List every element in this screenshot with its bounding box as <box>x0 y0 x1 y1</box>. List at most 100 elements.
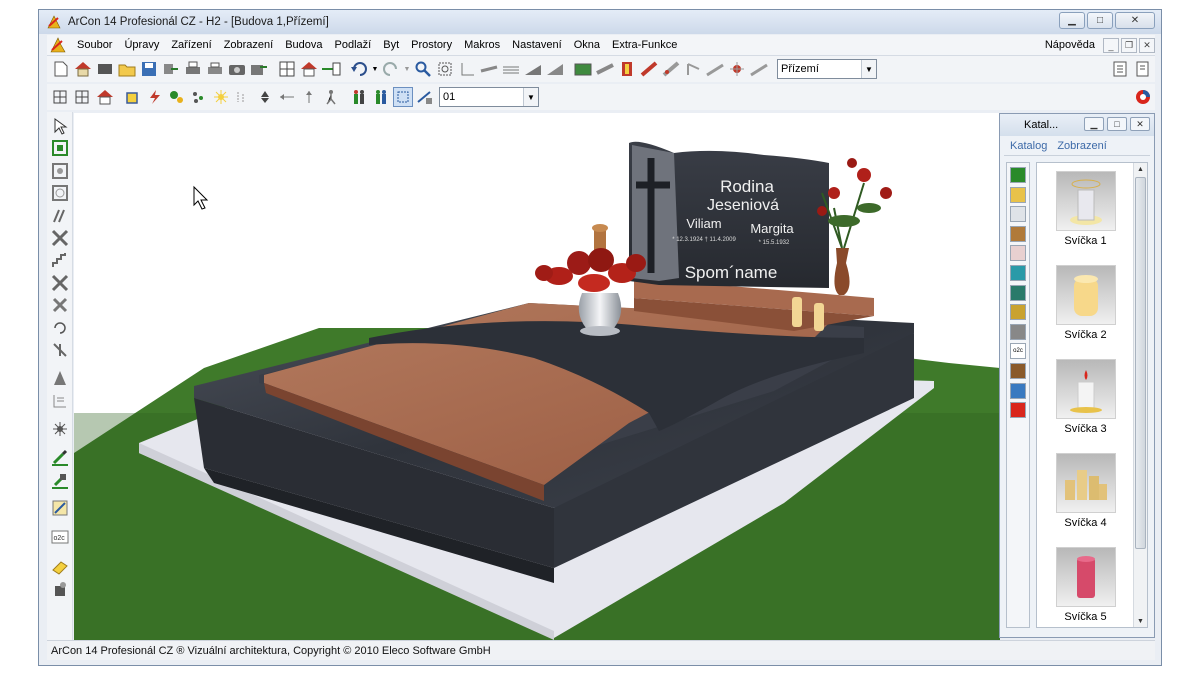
category-texture-icon[interactable] <box>1010 264 1026 281</box>
arrows-horizontal-icon[interactable] <box>277 87 297 107</box>
menu-makros[interactable]: Makros <box>458 35 506 56</box>
arrows-vertical-icon[interactable] <box>299 87 319 107</box>
zoom-icon[interactable] <box>413 59 433 79</box>
light-icon[interactable] <box>727 59 747 79</box>
mdi-minimize-button[interactable]: _ <box>1103 38 1119 53</box>
catalog-scrollbar[interactable]: ▲ ▼ <box>1133 163 1147 627</box>
floor-select[interactable]: Přízemí ▼ <box>777 59 877 79</box>
print-icon[interactable] <box>183 59 203 79</box>
category-o2c-icon[interactable]: o2c <box>1010 343 1026 360</box>
category-wood-icon[interactable] <box>1010 362 1026 379</box>
house-icon[interactable] <box>73 59 93 79</box>
arrow-up-down-icon[interactable] <box>255 87 275 107</box>
save-icon[interactable] <box>139 59 159 79</box>
zoom-extents-icon[interactable] <box>435 59 455 79</box>
window-tool-icon[interactable] <box>639 59 659 79</box>
grid-plan-alt-icon[interactable] <box>73 87 93 107</box>
cross-wall-icon[interactable] <box>50 228 70 248</box>
category-objects-icon[interactable] <box>1010 167 1026 183</box>
3d-viewport[interactable]: Rodina Jeseniová Viliam Margita * 12.3.1… <box>74 113 1000 640</box>
hatch-icon[interactable] <box>479 59 499 79</box>
select-box-icon[interactable] <box>393 87 413 107</box>
split-icon[interactable] <box>50 340 70 360</box>
roof-icon[interactable] <box>523 59 543 79</box>
minimize-button[interactable]: ▁ <box>1059 12 1085 29</box>
railing-icon[interactable] <box>595 59 615 79</box>
cube-icon[interactable] <box>123 87 143 107</box>
undo-icon[interactable] <box>349 59 369 79</box>
object-icon[interactable] <box>661 59 681 79</box>
menu-podlazi[interactable]: Podlaží <box>329 35 378 56</box>
bucket-icon[interactable] <box>50 579 70 599</box>
open-folder-icon[interactable] <box>117 59 137 79</box>
stairs-icon[interactable] <box>501 59 521 79</box>
close-button[interactable]: ✕ <box>1115 12 1155 29</box>
room-detect-icon[interactable] <box>50 183 70 203</box>
design-mode-icon[interactable] <box>299 59 319 79</box>
text-tool-icon[interactable] <box>50 391 70 411</box>
switch-view-icon[interactable] <box>321 59 341 79</box>
category-landscape-icon[interactable] <box>1010 284 1026 301</box>
room-icon[interactable] <box>50 138 70 158</box>
catalog-item[interactable]: Svíčka 1 <box>1037 171 1134 247</box>
tab-katalog[interactable]: Katalog <box>1010 140 1047 155</box>
room-alt-icon[interactable] <box>50 161 70 181</box>
mdi-restore-button[interactable]: ❐ <box>1121 38 1137 53</box>
menu-extra-funkce[interactable]: Extra-Funkce <box>606 35 683 56</box>
material-icon[interactable] <box>50 498 70 518</box>
catalog-item[interactable]: Svíčka 4 <box>1037 453 1134 529</box>
chimney-icon[interactable] <box>749 59 769 79</box>
category-sphere-icon[interactable] <box>1010 304 1026 321</box>
terrain-icon[interactable] <box>573 59 593 79</box>
measure-icon[interactable] <box>415 87 435 107</box>
layer-select[interactable]: 01 ▼ <box>439 87 539 107</box>
category-pattern-icon[interactable] <box>1010 245 1026 262</box>
walker-icon[interactable] <box>321 87 341 107</box>
print-preview-icon[interactable] <box>205 59 225 79</box>
menu-prostory[interactable]: Prostory <box>405 35 458 56</box>
category-red-icon[interactable] <box>1010 402 1026 419</box>
color-wheel-icon[interactable] <box>1133 87 1153 107</box>
rotate-icon[interactable] <box>50 318 70 338</box>
redo-icon[interactable] <box>381 59 401 79</box>
menu-byt[interactable]: Byt <box>377 35 405 56</box>
mdi-close-button[interactable]: ✕ <box>1139 38 1155 53</box>
menu-upravy[interactable]: Úpravy <box>118 35 165 56</box>
column-icon[interactable] <box>683 59 703 79</box>
dormer-icon[interactable] <box>545 59 565 79</box>
import-icon[interactable] <box>161 59 181 79</box>
category-image-icon[interactable] <box>1010 323 1026 340</box>
maximize-button[interactable]: □ <box>1087 12 1113 29</box>
menu-zarizeni[interactable]: Zařízení <box>165 35 217 56</box>
wall-icon[interactable] <box>95 59 115 79</box>
people-alt-icon[interactable] <box>371 87 391 107</box>
eraser-icon[interactable] <box>50 557 70 577</box>
eyedropper-icon[interactable] <box>50 447 70 467</box>
category-door-icon[interactable] <box>1010 225 1026 242</box>
pointer-icon[interactable] <box>50 116 70 136</box>
x-join-icon[interactable] <box>50 273 70 293</box>
catalog-item[interactable]: Svíčka 2 <box>1037 265 1134 341</box>
properties-panel-icon[interactable] <box>1111 59 1131 79</box>
new-file-icon[interactable] <box>51 59 71 79</box>
menu-soubor[interactable]: Soubor <box>71 35 118 56</box>
stair-tool-icon[interactable] <box>50 250 70 270</box>
category-grid-icon[interactable] <box>1010 186 1026 203</box>
menu-napoveda[interactable]: Nápověda <box>1039 35 1101 56</box>
beam-icon[interactable] <box>705 59 725 79</box>
walk-step-icon[interactable] <box>233 87 253 107</box>
pillar-icon[interactable] <box>50 368 70 388</box>
menu-okna[interactable]: Okna <box>568 35 606 56</box>
people-icon[interactable] <box>349 87 369 107</box>
scroll-down-icon[interactable]: ▼ <box>1134 615 1147 627</box>
dimension-icon[interactable] <box>457 59 477 79</box>
undo-dropdown-icon[interactable]: ▼ <box>371 59 379 79</box>
catalog-maximize-button[interactable]: □ <box>1107 117 1127 131</box>
menu-zobrazeni[interactable]: Zobrazení <box>218 35 280 56</box>
catalog-close-button[interactable]: ✕ <box>1130 117 1150 131</box>
o2c-icon[interactable]: o2c <box>50 527 70 547</box>
lightning-icon[interactable] <box>145 87 165 107</box>
catalog-minimize-button[interactable]: ▁ <box>1084 117 1104 131</box>
door-icon[interactable] <box>617 59 637 79</box>
paint-icon[interactable] <box>167 87 187 107</box>
